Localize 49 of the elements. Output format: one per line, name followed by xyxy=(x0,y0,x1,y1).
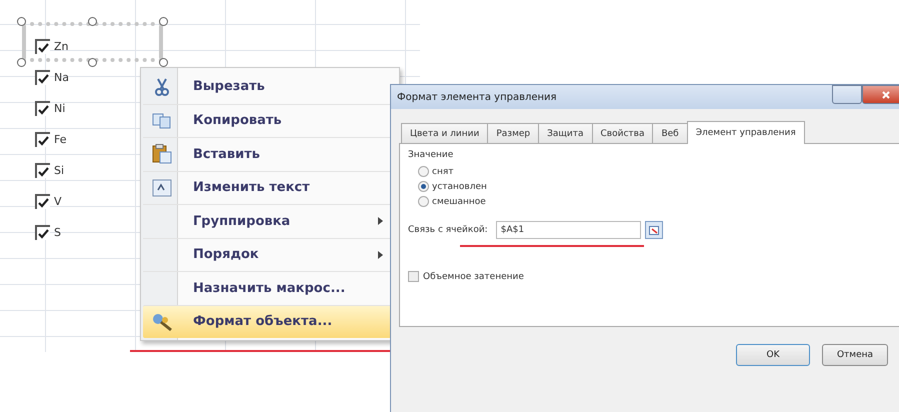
checkbox[interactable] xyxy=(35,163,50,178)
checkbox[interactable] xyxy=(35,194,50,209)
check-icon xyxy=(38,166,49,176)
radio-label: установлен xyxy=(432,182,487,192)
input-field[interactable]: $A$1 xyxy=(496,221,641,239)
checkbox-label: V xyxy=(54,195,62,208)
check-icon xyxy=(38,104,49,114)
submenu-arrow-icon xyxy=(378,250,383,259)
help-button[interactable] xyxy=(832,85,862,104)
checkbox-label: Объемное затенение xyxy=(423,272,524,282)
text-box-icon xyxy=(152,178,172,197)
radio-button[interactable] xyxy=(418,166,429,177)
range-icon xyxy=(648,226,659,234)
checkbox-label: S xyxy=(54,226,61,239)
clipboard-icon xyxy=(152,144,172,164)
check-icon xyxy=(38,136,49,146)
group-label: Значение xyxy=(408,150,454,160)
close-icon xyxy=(882,90,890,98)
tab[interactable]: Защита xyxy=(538,123,592,143)
copy-icon xyxy=(152,112,172,129)
check-icon xyxy=(38,74,49,84)
dialog-button[interactable]: Отмена xyxy=(822,344,888,366)
range-select-button[interactable] xyxy=(644,221,663,239)
check-icon xyxy=(38,198,49,208)
checkbox-label: Ni xyxy=(54,102,66,115)
tab[interactable]: Веб xyxy=(652,123,688,143)
radio-label: снят xyxy=(432,166,454,176)
window-title: Формат элемента управления xyxy=(397,92,558,102)
tab[interactable]: Цвета и линии xyxy=(401,123,488,143)
radio-button[interactable] xyxy=(418,181,429,192)
close-button[interactable] xyxy=(862,85,899,104)
check-icon xyxy=(38,228,49,238)
check-icon xyxy=(38,42,49,52)
field-label: Связь с ячейкой: xyxy=(408,225,488,235)
checkbox-label: Fe xyxy=(54,133,66,146)
format-object-icon xyxy=(151,312,173,332)
radio-label: смешанное xyxy=(432,196,486,206)
tab[interactable]: Свойства xyxy=(592,123,654,143)
checkbox-label: Na xyxy=(54,71,69,84)
checkbox[interactable] xyxy=(408,271,419,282)
radio-button[interactable] xyxy=(418,196,429,207)
submenu-arrow-icon xyxy=(378,217,383,226)
dialog-button[interactable]: OK xyxy=(736,344,810,366)
tab[interactable]: Элемент управления xyxy=(686,121,805,144)
tab[interactable]: Размер xyxy=(487,123,540,143)
checkbox-label: Zn xyxy=(54,40,69,53)
scissors-icon xyxy=(154,78,170,96)
checkbox[interactable] xyxy=(35,39,50,54)
checkbox-label: Si xyxy=(54,164,64,177)
